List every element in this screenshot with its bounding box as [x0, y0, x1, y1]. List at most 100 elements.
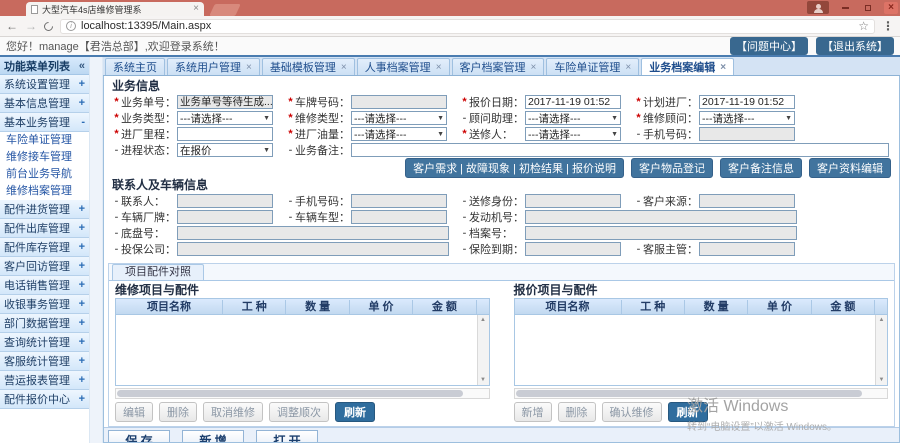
delete-button[interactable]: 删除 — [558, 402, 596, 422]
column-header[interactable]: 金 额 — [413, 300, 476, 314]
scroll-up-icon[interactable]: ▲ — [879, 317, 885, 323]
sidebar-header[interactable]: 功能菜单列表 « — [0, 57, 89, 75]
tab-close-icon[interactable]: × — [531, 62, 537, 73]
sidebar-item-parts-quote-center[interactable]: 配件报价中心+ — [0, 390, 89, 409]
cancel-repair-button[interactable]: 取消维修 — [203, 402, 263, 422]
mileage-field[interactable] — [177, 127, 273, 141]
open-button[interactable]: 打 开 — [256, 430, 318, 443]
customer-items-button[interactable]: 客户物品登记 — [631, 158, 713, 178]
horizontal-scrollbar[interactable] — [115, 388, 490, 399]
sidebar-item-basic-business[interactable]: 基本业务管理- — [0, 113, 89, 132]
browser-menu-icon[interactable]: ⋮ — [882, 19, 894, 33]
sidebar-item-operation-reports[interactable]: 营运报表管理+ — [0, 371, 89, 390]
expand-icon[interactable]: + — [79, 203, 85, 215]
scrollbar-thumb[interactable] — [516, 390, 862, 397]
tab-project-parts[interactable]: 项目配件对照 — [112, 264, 204, 280]
vertical-scrollbar[interactable]: ▲▼ — [477, 315, 489, 385]
tab-close-icon[interactable]: × — [193, 4, 199, 14]
biz-type-select[interactable]: ---请选择---▼ — [177, 111, 273, 125]
expand-icon[interactable]: + — [79, 374, 85, 386]
repair-items-table-body[interactable]: ▲▼ — [116, 315, 489, 385]
sender-select[interactable]: ---请选择---▼ — [525, 127, 621, 141]
remark-field[interactable] — [351, 143, 889, 157]
tab-close-icon[interactable]: × — [720, 62, 726, 73]
restore-button[interactable] — [861, 2, 875, 14]
tab-close-icon[interactable]: × — [341, 62, 347, 73]
expand-icon[interactable]: + — [79, 97, 85, 109]
sidebar-subitem-repair-reception[interactable]: 维修接车管理 — [0, 149, 89, 166]
expand-icon[interactable]: + — [79, 393, 85, 405]
sidebar-splitter[interactable] — [90, 57, 103, 443]
customer-profile-button[interactable]: 客户资料编辑 — [809, 158, 891, 178]
expand-icon[interactable]: + — [79, 241, 85, 253]
quote-date-field[interactable]: 2017-11-19 01:52 — [525, 95, 621, 109]
column-header[interactable]: 单 价 — [748, 300, 811, 314]
save-button[interactable]: 保 存 — [108, 430, 170, 443]
advisor-assistant-select[interactable]: ---请选择---▼ — [525, 111, 621, 125]
column-header[interactable]: 单 价 — [350, 300, 413, 314]
tab-hr-files[interactable]: 人事档案管理× — [357, 58, 450, 75]
column-header[interactable]: 项目名称 — [116, 300, 223, 314]
customer-request-button[interactable]: 客户需求 | 故障现象 | 初检结果 | 报价说明 — [405, 158, 624, 178]
edit-button[interactable]: 编辑 — [115, 402, 153, 422]
scroll-up-icon[interactable]: ▲ — [480, 317, 486, 323]
info-icon[interactable]: i — [66, 21, 76, 31]
forward-icon[interactable]: → — [25, 20, 37, 32]
tab-business-file-edit[interactable]: 业务档案编辑× — [641, 58, 734, 75]
expand-icon[interactable]: + — [79, 222, 85, 234]
column-header[interactable]: 数 量 — [286, 300, 349, 314]
address-bar[interactable]: i localhost:13395/Main.aspx ☆ — [60, 19, 875, 34]
refresh-button[interactable]: 刷新 — [668, 402, 708, 422]
repair-advisor-select[interactable]: ---请选择---▼ — [699, 111, 795, 125]
column-header[interactable]: 数 量 — [685, 300, 748, 314]
sidebar-item-parts-inventory[interactable]: 配件库存管理+ — [0, 238, 89, 257]
scroll-down-icon[interactable]: ▼ — [480, 377, 486, 383]
minimize-button[interactable] — [838, 2, 852, 14]
tab-close-icon[interactable]: × — [625, 62, 631, 73]
tab-insurance-docs[interactable]: 车险单证管理× — [546, 58, 639, 75]
repair-type-select[interactable]: ---请选择---▼ — [351, 111, 447, 125]
collapse-sidebar-icon[interactable]: « — [79, 60, 85, 72]
expand-icon[interactable]: + — [79, 260, 85, 272]
delete-button[interactable]: 删除 — [159, 402, 197, 422]
issue-center-button[interactable]: 【问题中心】 — [730, 37, 808, 55]
sidebar-subitem-repair-files[interactable]: 维修档案管理 — [0, 183, 89, 200]
sidebar-item-cashier[interactable]: 收银事务管理+ — [0, 295, 89, 314]
refresh-icon[interactable] — [42, 20, 55, 33]
logout-button[interactable]: 【退出系统】 — [816, 37, 894, 55]
close-button[interactable]: × — [884, 2, 898, 14]
sidebar-item-parts-outbound[interactable]: 配件出库管理+ — [0, 219, 89, 238]
collapse-icon[interactable]: - — [81, 116, 85, 128]
adjust-order-button[interactable]: 调整顺次 — [269, 402, 329, 422]
status-select[interactable]: 在报价▼ — [177, 143, 273, 157]
scroll-down-icon[interactable]: ▼ — [879, 377, 885, 383]
column-header[interactable]: 项目名称 — [515, 300, 622, 314]
sidebar-subitem-insurance-docs[interactable]: 车险单证管理 — [0, 132, 89, 149]
sidebar-item-system-settings[interactable]: 系统设置管理+ — [0, 75, 89, 94]
tab-close-icon[interactable]: × — [436, 62, 442, 73]
expand-icon[interactable]: + — [79, 298, 85, 310]
expand-icon[interactable]: + — [79, 355, 85, 367]
tab-home[interactable]: 系统主页 — [105, 58, 165, 75]
tab-base-template[interactable]: 基础模板管理× — [262, 58, 355, 75]
back-icon[interactable]: ← — [6, 20, 18, 32]
browser-tab[interactable]: 大型汽车4s店维修管理系 × — [26, 2, 204, 16]
profile-icon[interactable] — [807, 1, 829, 14]
sidebar-subitem-front-desk-nav[interactable]: 前台业务导航 — [0, 166, 89, 183]
sidebar-item-parts-purchase[interactable]: 配件进货管理+ — [0, 200, 89, 219]
sidebar-item-basic-info[interactable]: 基本信息管理+ — [0, 94, 89, 113]
fuel-level-select[interactable]: ---请选择---▼ — [351, 127, 447, 141]
scrollbar-thumb[interactable] — [117, 390, 463, 397]
new-button[interactable]: 新 增 — [182, 430, 244, 443]
horizontal-scrollbar[interactable] — [514, 388, 889, 399]
sidebar-item-customer-followup[interactable]: 客户回访管理+ — [0, 257, 89, 276]
tab-system-users[interactable]: 系统用户管理× — [167, 58, 260, 75]
plan-in-date-field[interactable]: 2017-11-19 01:52 — [699, 95, 795, 109]
expand-icon[interactable]: + — [79, 317, 85, 329]
sidebar-item-dept-data[interactable]: 部门数据管理+ — [0, 314, 89, 333]
confirm-repair-button[interactable]: 确认维修 — [602, 402, 662, 422]
column-header[interactable]: 工 种 — [622, 300, 685, 314]
column-header[interactable]: 工 种 — [223, 300, 286, 314]
new-tab-button[interactable] — [209, 4, 241, 16]
column-header[interactable]: 金 额 — [812, 300, 875, 314]
